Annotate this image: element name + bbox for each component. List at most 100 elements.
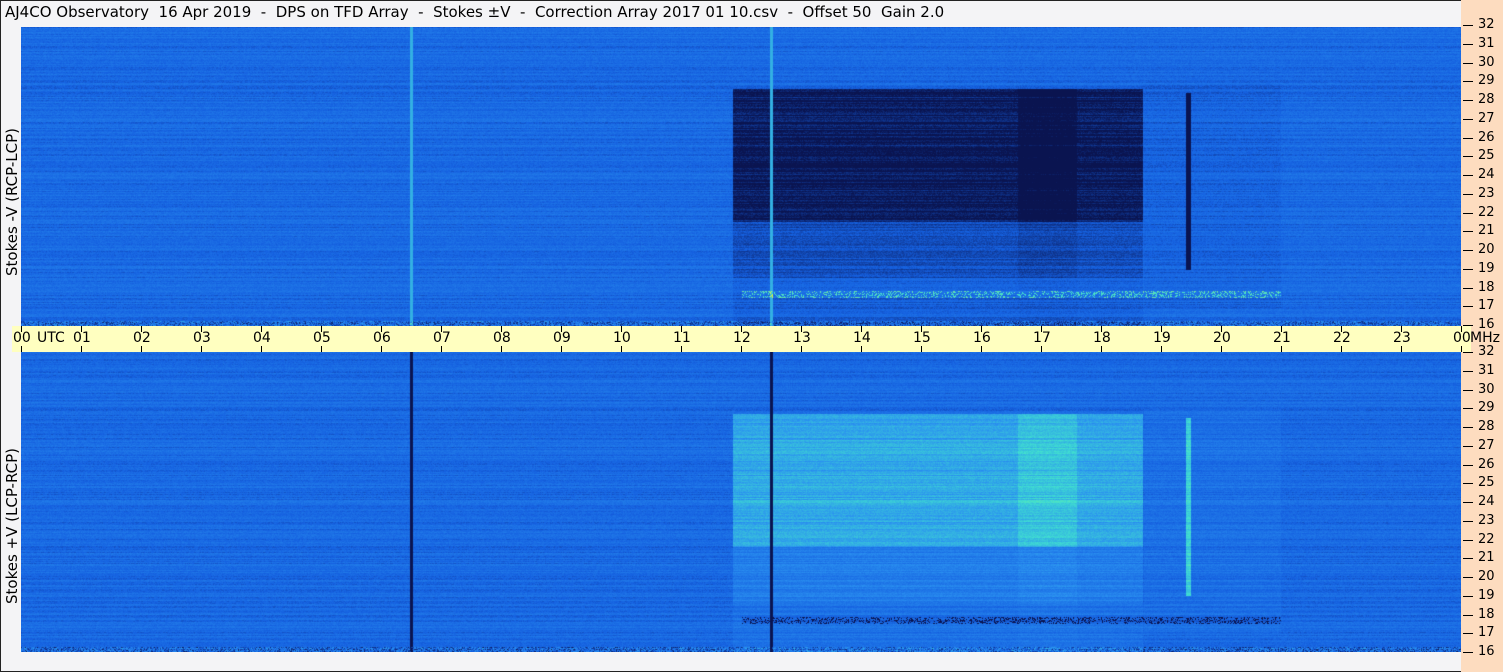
time-tick-label: 19 <box>1153 330 1171 346</box>
freq-tick-label: 26 <box>1478 457 1495 472</box>
freq-tick-label: 31 <box>1478 363 1495 378</box>
freq-tick-label: 32 <box>1478 17 1495 32</box>
time-tick <box>1281 346 1282 352</box>
time-tick <box>741 346 742 352</box>
freq-tick <box>1463 521 1473 522</box>
time-tick <box>1161 346 1162 352</box>
freq-tick <box>1463 427 1473 428</box>
freq-tick-label: 24 <box>1478 494 1495 509</box>
time-tick-label: 06 <box>373 330 391 346</box>
time-tick <box>81 346 82 352</box>
freq-tick-label: 17 <box>1478 625 1495 640</box>
time-tick-label: 21 <box>1273 330 1291 346</box>
time-tick <box>201 346 202 352</box>
time-tick <box>681 346 682 352</box>
spectrogram-stokes-plus-v <box>21 352 1461 652</box>
time-tick <box>561 346 562 352</box>
freq-tick <box>1463 156 1473 157</box>
time-tick <box>1221 346 1222 352</box>
time-tick-label: 03 <box>193 330 211 346</box>
panel-label-bottom: Stokes +V (LCP-RCP) <box>3 448 21 604</box>
time-unit-label: UTC <box>37 330 65 346</box>
freq-tick-label: 16 <box>1478 644 1495 659</box>
time-tick <box>321 346 322 352</box>
freq-tick <box>1463 446 1473 447</box>
freq-tick-label: 19 <box>1478 261 1495 276</box>
time-tick <box>1461 346 1462 352</box>
freq-tick-label: 19 <box>1478 588 1495 603</box>
freq-tick-label: 22 <box>1478 532 1495 547</box>
time-tick-label: 22 <box>1333 330 1351 346</box>
freq-tick <box>1463 352 1473 353</box>
time-tick-label: 11 <box>673 330 691 346</box>
freq-tick-label: 25 <box>1478 148 1495 163</box>
freq-tick-label: 21 <box>1478 550 1495 565</box>
freq-tick-label: 29 <box>1478 400 1495 415</box>
freq-tick-label: 30 <box>1478 55 1495 70</box>
freq-tick <box>1463 371 1473 372</box>
time-tick <box>801 346 802 352</box>
time-tick <box>981 346 982 352</box>
freq-tick <box>1463 615 1473 616</box>
freq-tick-label: 27 <box>1478 111 1495 126</box>
time-tick <box>1101 346 1102 352</box>
freq-tick-label: 18 <box>1478 607 1495 622</box>
time-tick <box>621 346 622 352</box>
freq-tick-label: 22 <box>1478 205 1495 220</box>
time-tick <box>141 346 142 352</box>
freq-tick-label: 20 <box>1478 242 1495 257</box>
time-tick <box>441 346 442 352</box>
freq-tick-label: 30 <box>1478 382 1495 397</box>
page-title: AJ4CO Observatory 16 Apr 2019 - DPS on T… <box>5 3 944 21</box>
freq-tick <box>1463 577 1473 578</box>
time-tick-label: 20 <box>1213 330 1231 346</box>
freq-tick <box>1463 231 1473 232</box>
freq-tick <box>1463 502 1473 503</box>
freq-tick-label: 24 <box>1478 167 1495 182</box>
freq-tick-label: 31 <box>1478 36 1495 51</box>
time-tick-label: 16 <box>973 330 991 346</box>
freq-tick <box>1463 194 1473 195</box>
freq-tick <box>1463 25 1473 26</box>
time-tick <box>261 346 262 352</box>
freq-tick <box>1463 63 1473 64</box>
time-tick <box>381 346 382 352</box>
freq-tick <box>1463 81 1473 82</box>
freq-tick-label: 25 <box>1478 475 1495 490</box>
freq-tick <box>1463 306 1473 307</box>
time-tick <box>1401 346 1402 352</box>
freq-tick <box>1463 44 1473 45</box>
freq-tick <box>1463 558 1473 559</box>
freq-tick <box>1463 138 1473 139</box>
time-tick-label: 05 <box>313 330 331 346</box>
time-tick-label: 01 <box>73 330 91 346</box>
time-tick-label: 07 <box>433 330 451 346</box>
freq-tick-label: 18 <box>1478 280 1495 295</box>
time-tick-label: 17 <box>1033 330 1051 346</box>
freq-tick <box>1463 596 1473 597</box>
freq-tick <box>1463 119 1473 120</box>
freq-tick <box>1463 100 1473 101</box>
time-tick <box>1341 346 1342 352</box>
time-tick-label: 00 <box>13 330 31 346</box>
freq-tick <box>1463 465 1473 466</box>
freq-tick-label: 28 <box>1478 419 1495 434</box>
freq-tick-label: 27 <box>1478 438 1495 453</box>
freq-tick-label: 21 <box>1478 223 1495 238</box>
freq-tick-label: 23 <box>1478 513 1495 528</box>
time-tick-label: 10 <box>613 330 631 346</box>
freq-tick <box>1463 652 1473 653</box>
freq-tick-label: 26 <box>1478 130 1495 145</box>
time-tick <box>861 346 862 352</box>
time-tick-label: 04 <box>253 330 271 346</box>
time-tick <box>921 346 922 352</box>
freq-tick-label: 20 <box>1478 569 1495 584</box>
freq-tick <box>1463 288 1473 289</box>
freq-tick <box>1463 390 1473 391</box>
freq-unit-label: MHz <box>1470 330 1500 346</box>
time-tick-label: 15 <box>913 330 931 346</box>
time-tick-label: 18 <box>1093 330 1111 346</box>
freq-tick <box>1463 540 1473 541</box>
freq-tick-label: 29 <box>1478 73 1495 88</box>
freq-tick <box>1463 250 1473 251</box>
